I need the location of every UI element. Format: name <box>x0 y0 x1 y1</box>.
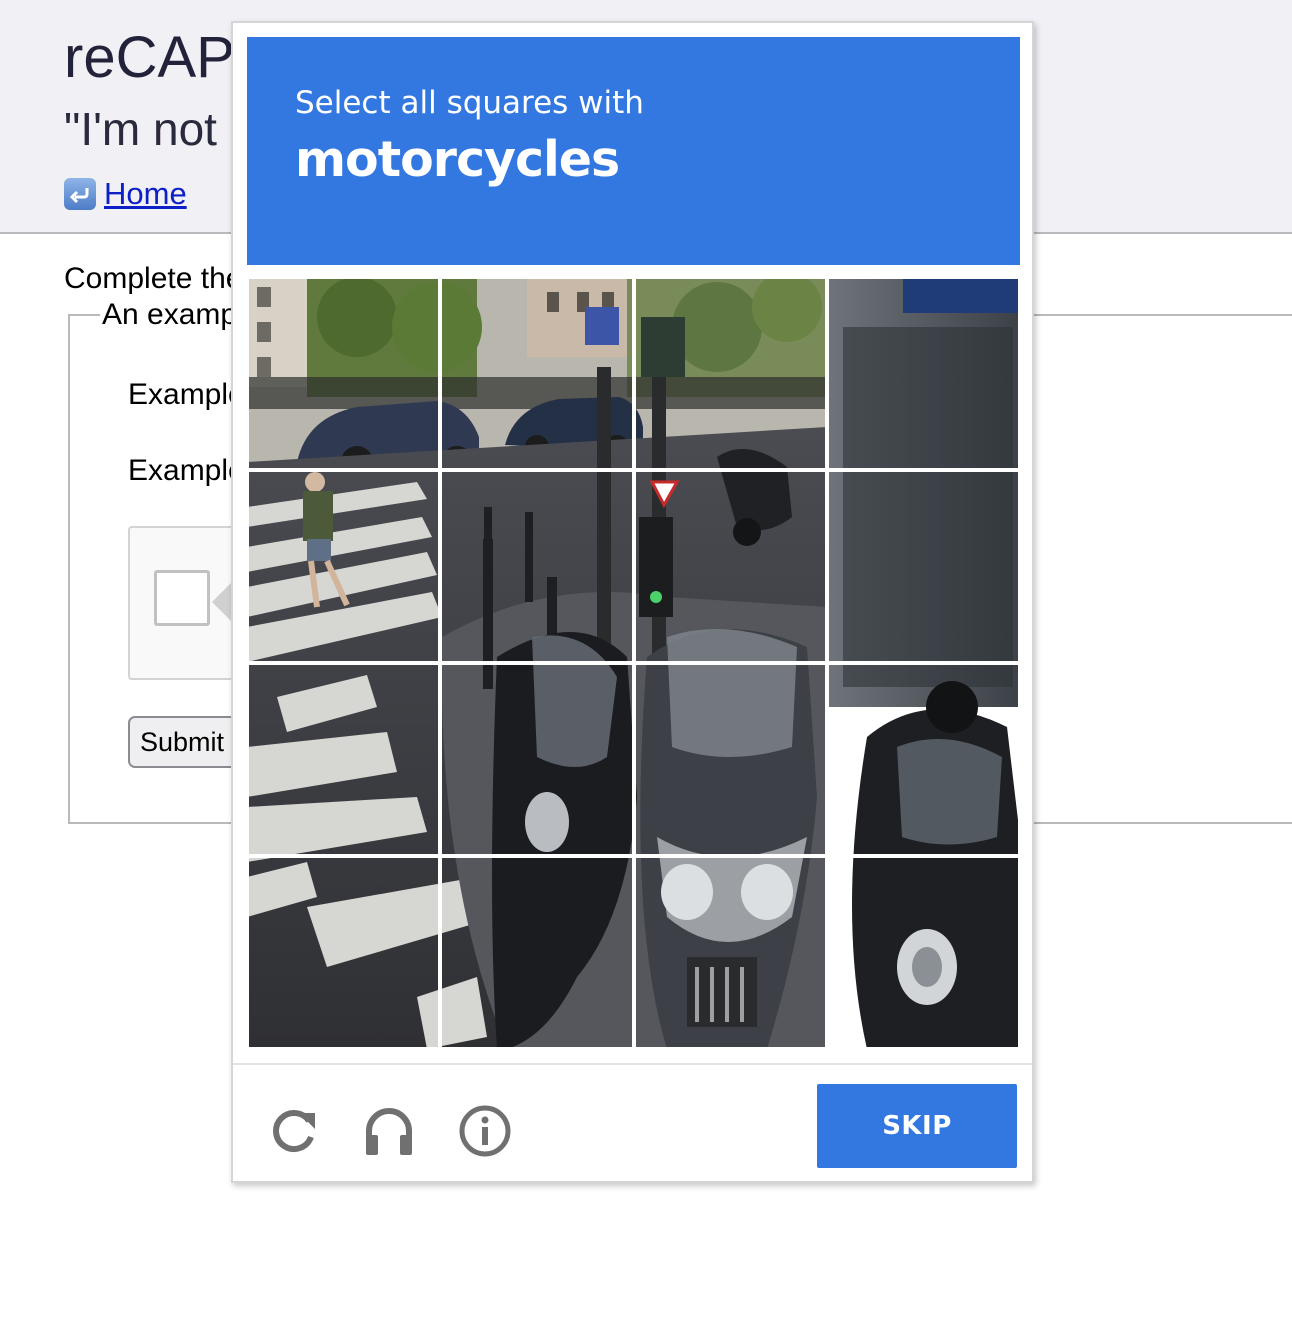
image-tile[interactable] <box>247 856 441 1049</box>
image-tile[interactable] <box>826 470 1020 663</box>
image-tile[interactable] <box>440 856 634 1049</box>
image-tile[interactable] <box>440 277 634 470</box>
not-a-robot-checkbox[interactable] <box>154 570 210 626</box>
return-arrow-icon <box>64 178 96 210</box>
image-tile[interactable] <box>633 470 827 663</box>
image-tile[interactable] <box>247 277 441 470</box>
challenge-target-object: motorcycles <box>295 131 620 188</box>
image-tile[interactable] <box>826 856 1020 1049</box>
info-icon[interactable] <box>457 1103 513 1159</box>
image-tile[interactable] <box>440 663 634 856</box>
image-tile[interactable] <box>633 663 827 856</box>
recaptcha-challenge: Select all squares with motorcycles SKIP <box>231 21 1034 1183</box>
skip-button[interactable]: SKIP <box>817 1084 1017 1168</box>
home-link[interactable]: Home <box>64 176 187 212</box>
image-tile[interactable] <box>633 856 827 1049</box>
challenge-pointer <box>212 582 232 622</box>
challenge-footer: SKIP <box>233 1063 1032 1181</box>
audio-headphones-icon[interactable] <box>361 1103 417 1159</box>
image-tile[interactable] <box>440 470 634 663</box>
challenge-prompt: Select all squares with <box>295 85 644 121</box>
challenge-image-grid <box>247 277 1020 1049</box>
image-tile[interactable] <box>826 663 1020 856</box>
home-link-label[interactable]: Home <box>104 176 187 212</box>
grid-tiles <box>247 277 1020 1049</box>
image-tile[interactable] <box>826 277 1020 470</box>
image-tile[interactable] <box>247 470 441 663</box>
image-tile[interactable] <box>247 663 441 856</box>
image-tile[interactable] <box>633 277 827 470</box>
reload-icon[interactable] <box>267 1103 323 1159</box>
challenge-header: Select all squares with motorcycles <box>247 37 1020 265</box>
